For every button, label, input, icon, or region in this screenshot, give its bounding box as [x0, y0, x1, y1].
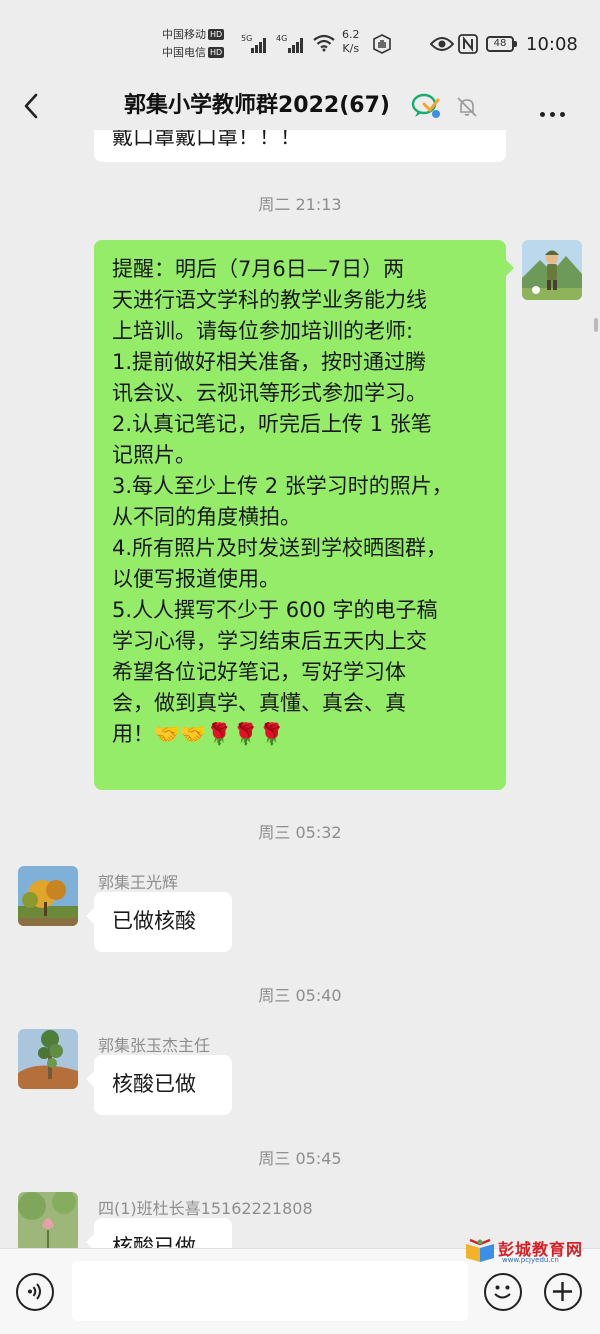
reminder-line: 希望各位记好笔记，写好学习体 — [112, 660, 406, 684]
more-functions-button[interactable] — [544, 1273, 582, 1311]
battery-icon: 48 — [486, 36, 517, 52]
chat-messages[interactable]: 戴口罩戴口罩！！！ 周二 21:13 提醒：明后（7月6日—7日）两 天进行语文… — [0, 130, 600, 1248]
wifi-icon — [313, 34, 335, 52]
reminder-line: 1.提前做好相关准备，按时通过腾 — [112, 350, 427, 374]
timestamp: 周二 21:13 — [258, 195, 342, 214]
emoji-button[interactable] — [484, 1273, 522, 1311]
message-text: 核酸已做 — [112, 1072, 196, 1096]
timestamp: 周三 05:45 — [258, 1149, 342, 1168]
reminder-line: 4.所有照片及时发送到学校晒图群， — [112, 536, 448, 560]
reminder-line: 从不同的角度横拍。 — [112, 505, 301, 529]
reminder-line: 以便写报道使用。 — [112, 567, 280, 591]
message-bubble-partial[interactable]: 戴口罩戴口罩！！！ — [94, 130, 506, 162]
my-avatar[interactable] — [522, 240, 582, 300]
back-arrow-icon[interactable] — [18, 92, 46, 120]
message-text: 戴口罩戴口罩！！！ — [112, 130, 301, 149]
reminder-line: 记照片。 — [112, 443, 196, 467]
more-options-icon[interactable] — [540, 102, 570, 121]
signal-icon — [288, 34, 304, 53]
group-title: 郭集小学教师群2022(67) — [124, 93, 390, 118]
battery-level: 48 — [493, 38, 507, 49]
hd-badge: HD — [208, 47, 225, 58]
voice-input-button[interactable] — [16, 1273, 54, 1311]
avatar-du-changxi[interactable] — [18, 1192, 78, 1248]
sender-name: 郭集王光辉 — [98, 873, 179, 892]
speed-unit: K/s — [342, 42, 360, 55]
watermark: 彭城教育网 www.pcjyedu.cn — [462, 1236, 598, 1266]
reminder-line: 用！🤝🤝🌹🌹🌹 — [112, 722, 285, 746]
timestamp: 周三 05:32 — [258, 823, 342, 842]
message-bubble[interactable]: 核酸已做 — [86, 1055, 232, 1115]
signal-icon — [251, 34, 267, 53]
book-logo-icon — [466, 1238, 494, 1262]
reminder-line: 天进行语文学科的教学业务能力线 — [112, 288, 427, 312]
group-chat-badge-icon[interactable] — [410, 92, 444, 122]
nfc-icon — [458, 34, 478, 54]
sender-name: 四(1)班杜长喜15162221808 — [98, 1199, 313, 1218]
voice-icon — [28, 1283, 41, 1300]
message-input[interactable] — [72, 1261, 468, 1321]
sender-name: 郭集张玉杰主任 — [98, 1036, 211, 1055]
carrier-2: 中国电信 — [162, 46, 206, 59]
carrier-1: 中国移动 — [162, 28, 206, 41]
reminder-line: 上培训。请每位参加培训的老师: — [112, 319, 414, 343]
chat-header: 郭集小学教师群2022(67) — [0, 82, 600, 130]
message-text: 已做核酸 — [112, 909, 196, 933]
message-text: 核酸已做 — [112, 1235, 196, 1248]
reminder-line: 会，做到真学、真懂、真会、真 — [112, 691, 406, 715]
clock: 10:08 — [526, 34, 578, 55]
network-speed: 6.2 K/s — [342, 28, 360, 56]
reminder-line: 3.每人至少上传 2 张学习时的照片， — [112, 474, 453, 498]
status-bar: 中国移动 HD 中国电信 HD 5G 4G 6.2 K/s 48 10:08 — [0, 0, 600, 90]
avatar-wang-guanghui[interactable] — [18, 866, 78, 926]
reminder-line: 提醒：明后（7月6日—7日）两 — [112, 257, 405, 281]
message-bubble[interactable]: 核酸已做 — [86, 1218, 232, 1248]
avatar-zhang-yujie[interactable] — [18, 1029, 78, 1089]
eye-icon — [430, 37, 454, 51]
scrollbar[interactable] — [594, 318, 598, 332]
carrier-info: 中国移动 HD 中国电信 HD — [162, 26, 225, 62]
timestamp: 周三 05:40 — [258, 986, 342, 1005]
reminder-line: 讯会议、云视讯等形式参加学习。 — [112, 381, 427, 405]
reminder-line: 2.认真记笔记，听完后上传 1 张笔 — [112, 412, 432, 436]
speed-value: 6.2 — [342, 28, 360, 41]
network-4g-label: 4G — [276, 34, 288, 43]
watermark-url: www.pcjyedu.cn — [502, 1256, 559, 1264]
reminder-message-bubble[interactable]: 提醒：明后（7月6日—7日）两 天进行语文学科的教学业务能力线 上培训。请每位参… — [94, 240, 514, 790]
message-bubble[interactable]: 已做核酸 — [86, 892, 232, 952]
mute-bell-icon — [457, 97, 477, 117]
smiley-icon — [494, 1285, 511, 1299]
plus-icon — [553, 1282, 572, 1301]
hd-badge: HD — [208, 29, 225, 40]
hand-icon — [373, 34, 391, 54]
reminder-line: 学习心得，学习结束后五天内上交 — [112, 629, 427, 653]
reminder-line: 5.人人撰写不少于 600 字的电子稿 — [112, 598, 438, 622]
